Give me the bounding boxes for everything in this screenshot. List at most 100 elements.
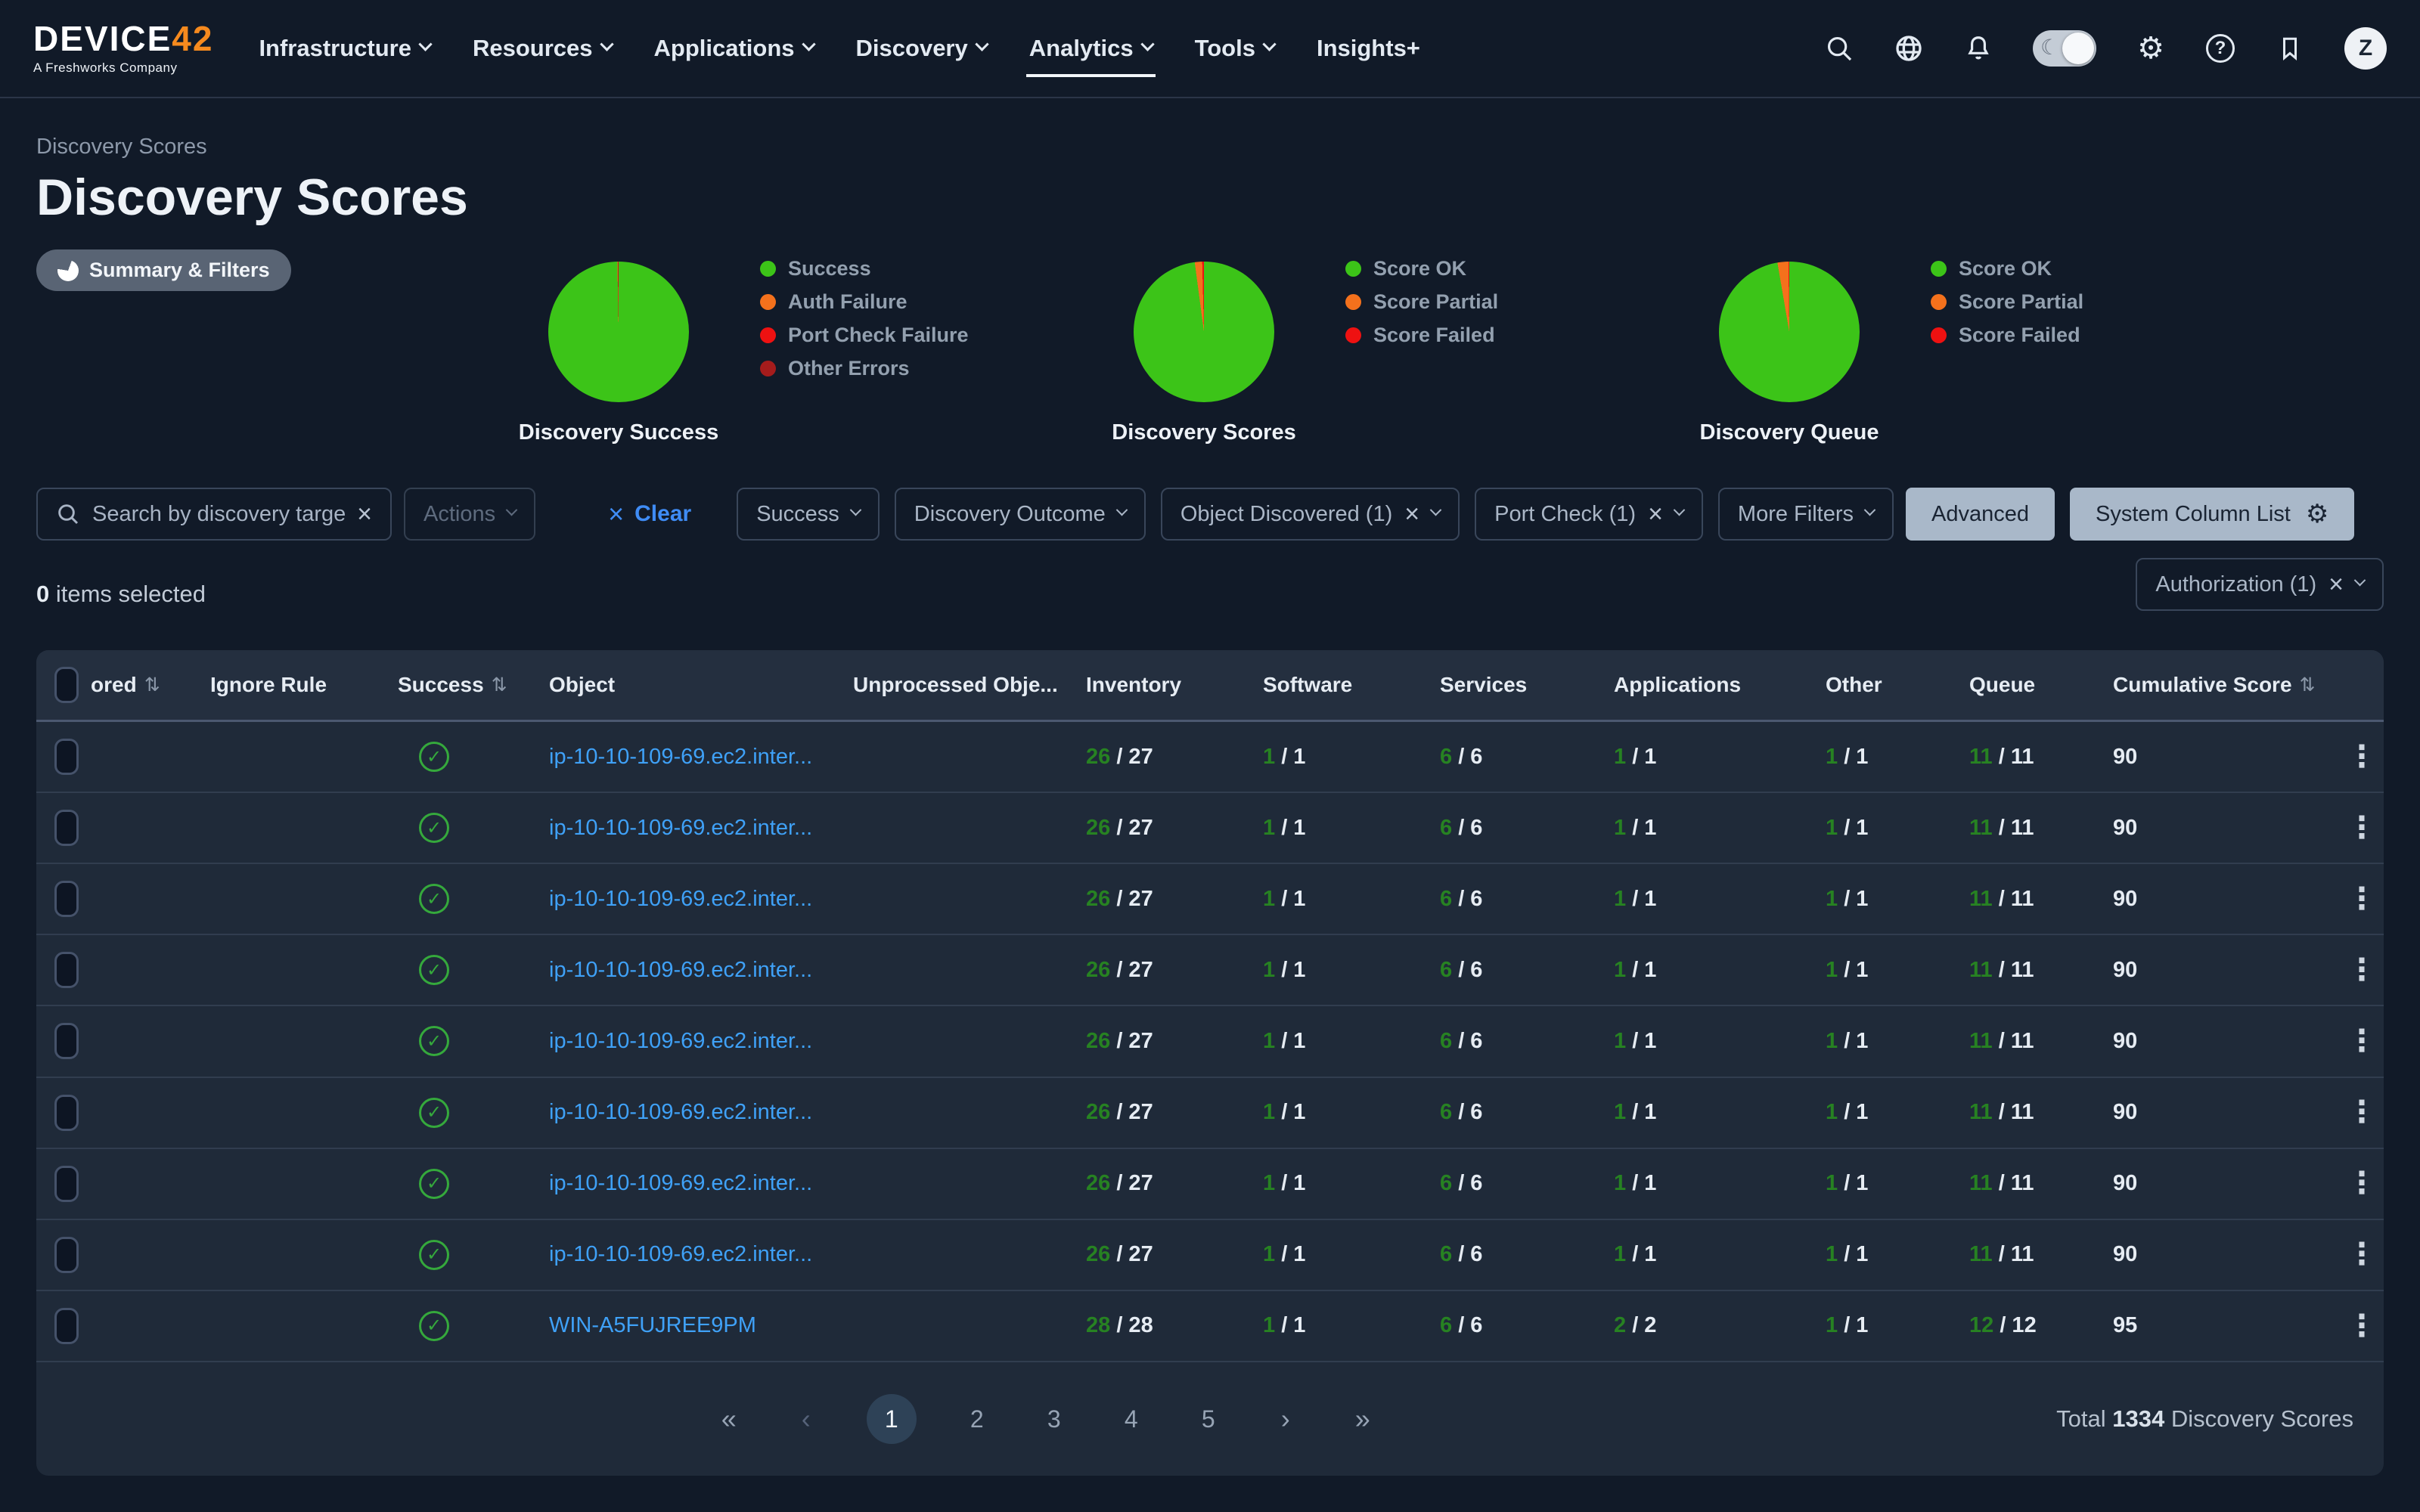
score-done: 26 [1086,958,1110,982]
bell-icon[interactable] [1963,33,1993,64]
pie-chart-icon [57,260,79,281]
object-link[interactable]: ip-10-10-109-69.ec2.inter... [549,816,812,840]
object-link[interactable]: ip-10-10-109-69.ec2.inter... [549,1029,812,1053]
row-checkbox[interactable] [54,1023,79,1059]
legend-item-auth-failure[interactable]: Auth Failure [760,290,969,314]
legend-item-other-errors[interactable]: Other Errors [760,357,969,380]
page-button-3[interactable]: 3 [1038,1405,1071,1433]
search-icon[interactable] [1824,33,1854,64]
column-header-queue[interactable]: Queue [1969,673,2113,697]
row-menu-icon[interactable]: ⋮ [2347,961,2377,980]
port-check-filter[interactable]: Port Check (1) × [1475,488,1703,541]
row-menu-icon[interactable]: ⋮ [2347,1317,2377,1336]
row-checkbox[interactable] [54,1095,79,1131]
summary-filters-badge[interactable]: Summary & Filters [36,249,291,291]
search-input-wrapper[interactable]: × [36,488,392,541]
bookmark-icon[interactable] [2275,33,2305,64]
advanced-button[interactable]: Advanced [1906,488,2055,541]
discovery-scores-table: ored⇅Ignore RuleSuccess⇅ObjectUnprocesse… [36,650,2384,1476]
legend-item-score-failed[interactable]: Score Failed [1931,324,2083,347]
page-button-5[interactable]: 5 [1192,1405,1225,1433]
nav-item-analytics[interactable]: Analytics [1029,24,1153,73]
success-check-icon: ✓ [419,1026,449,1056]
nav-item-applications[interactable]: Applications [654,24,814,73]
page-button-4[interactable]: 4 [1115,1405,1148,1433]
pie-discovery-queue [1719,262,1860,402]
remove-filter-icon[interactable]: × [1404,501,1419,527]
authorization-filter[interactable]: Authorization (1) × [2136,558,2384,611]
column-header-services[interactable]: Services [1440,673,1614,697]
legend-item-score-partial[interactable]: Score Partial [1345,290,1498,314]
select-all-checkbox[interactable] [54,667,79,703]
object-link[interactable]: WIN-A5FUJREE9PM [549,1313,756,1337]
page-button-1[interactable]: 1 [867,1394,917,1444]
success-dropdown[interactable]: Success [737,488,880,541]
globe-icon[interactable] [1894,33,1924,64]
gear-icon[interactable]: ⚙ [2136,33,2166,64]
row-checkbox[interactable] [54,1237,79,1273]
row-checkbox[interactable] [54,881,79,917]
clear-filters-button[interactable]: × Clear [608,500,691,528]
column-header-inventory[interactable]: Inventory [1086,673,1263,697]
row-checkbox[interactable] [54,739,79,775]
system-column-list-button[interactable]: System Column List ⚙ [2070,488,2354,541]
next-page-button[interactable]: › [1269,1403,1302,1435]
nav-item-tools[interactable]: Tools [1195,24,1274,73]
row-checkbox[interactable] [54,810,79,846]
row-menu-icon[interactable]: ⋮ [2347,1245,2377,1264]
table-row: ✓ip-10-10-109-69.ec2.inter...26 / 271 / … [36,1149,2384,1220]
row-menu-icon[interactable]: ⋮ [2347,1174,2377,1193]
column-header-other[interactable]: Other [1826,673,1969,697]
column-header-unprocessed-obje[interactable]: Unprocessed Obje... [853,673,1086,697]
legend-item-score-ok[interactable]: Score OK [1931,257,2083,280]
legend-item-port-check-failure[interactable]: Port Check Failure [760,324,969,347]
nav-item-resources[interactable]: Resources [473,24,612,73]
object-link[interactable]: ip-10-10-109-69.ec2.inter... [549,887,812,911]
object-discovered-filter[interactable]: Object Discovered (1) × [1161,488,1460,541]
avatar[interactable]: Z [2344,27,2387,70]
row-menu-icon[interactable]: ⋮ [2347,890,2377,909]
column-header-cumulative-score[interactable]: Cumulative Score⇅ [2113,673,2340,697]
row-menu-icon[interactable]: ⋮ [2347,1103,2377,1122]
object-link[interactable]: ip-10-10-109-69.ec2.inter... [549,1171,812,1195]
row-menu-icon[interactable]: ⋮ [2347,1032,2377,1051]
score-total: / 1 [1626,1242,1656,1266]
object-link[interactable]: ip-10-10-109-69.ec2.inter... [549,1100,812,1124]
discovery-outcome-dropdown[interactable]: Discovery Outcome [895,488,1146,541]
legend-item-score-partial[interactable]: Score Partial [1931,290,2083,314]
row-checkbox[interactable] [54,1308,79,1344]
nav-item-insights[interactable]: Insights+ [1317,24,1420,73]
legend-item-score-ok[interactable]: Score OK [1345,257,1498,280]
actions-dropdown[interactable]: Actions [404,488,535,541]
breadcrumb[interactable]: Discovery Scores [36,135,207,160]
column-header-success[interactable]: Success⇅ [398,673,549,697]
theme-toggle[interactable]: ☾ [2033,30,2096,67]
page-button-2[interactable]: 2 [960,1405,994,1433]
column-header-object[interactable]: Object [549,673,853,697]
object-link[interactable]: ip-10-10-109-69.ec2.inter... [549,1242,812,1266]
column-header-software[interactable]: Software [1263,673,1440,697]
remove-filter-icon[interactable]: × [2328,572,2344,597]
clear-search-icon[interactable]: × [357,501,372,527]
legend-item-success[interactable]: Success [760,257,969,280]
legend-item-score-failed[interactable]: Score Failed [1345,324,1498,347]
first-page-button[interactable]: « [712,1403,746,1435]
row-menu-icon[interactable]: ⋮ [2347,819,2377,838]
more-filters-dropdown[interactable]: More Filters [1718,488,1894,541]
last-page-button[interactable]: » [1346,1403,1379,1435]
prev-page-button[interactable]: ‹ [790,1403,823,1435]
object-link[interactable]: ip-10-10-109-69.ec2.inter... [549,745,812,769]
column-header-ored[interactable]: ored⇅ [91,673,210,697]
device42-logo[interactable]: DEVICE42 A Freshworks Company [33,21,213,76]
nav-item-infrastructure[interactable]: Infrastructure [259,24,430,73]
help-icon[interactable]: ? [2205,33,2235,64]
column-header-applications[interactable]: Applications [1614,673,1826,697]
nav-item-discovery[interactable]: Discovery [856,24,987,73]
object-link[interactable]: ip-10-10-109-69.ec2.inter... [549,958,812,982]
row-menu-icon[interactable]: ⋮ [2347,748,2377,767]
search-input[interactable] [92,502,345,527]
column-header-ignore-rule[interactable]: Ignore Rule [210,673,398,697]
row-checkbox[interactable] [54,952,79,988]
row-checkbox[interactable] [54,1166,79,1202]
remove-filter-icon[interactable]: × [1648,501,1663,527]
